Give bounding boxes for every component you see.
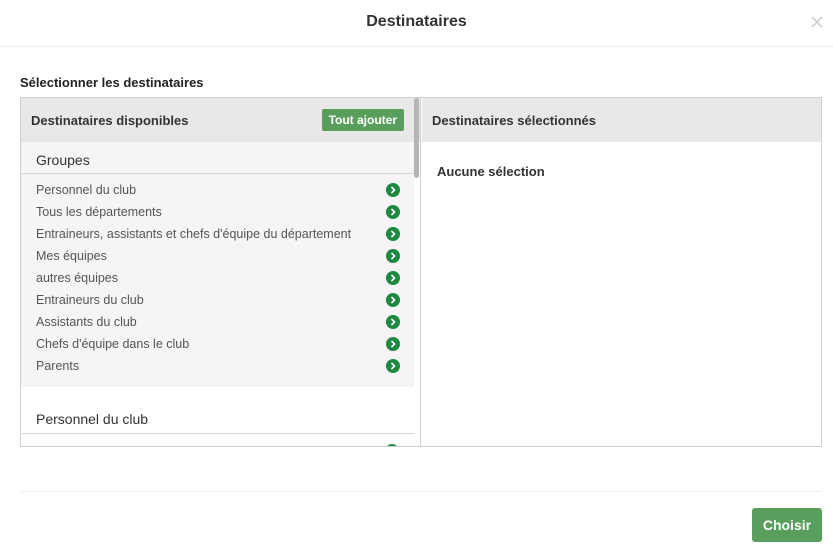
divider <box>21 173 414 174</box>
footer-divider <box>20 491 822 492</box>
groups-section: Groupes Personnel du club Tous les départ… <box>21 142 414 387</box>
chevron-right-circle-icon[interactable] <box>386 183 400 197</box>
group-item-label: Personnel du club <box>36 183 137 197</box>
selected-panel: Destinataires sélectionnés Aucune sélect… <box>422 98 821 446</box>
modal-header: Destinataires <box>0 0 833 47</box>
chevron-right-circle-icon[interactable] <box>386 205 400 219</box>
group-item[interactable]: Tous les départements <box>36 201 401 223</box>
choose-button[interactable]: Choisir <box>752 508 822 542</box>
chevron-right-circle-icon[interactable] <box>386 227 400 241</box>
chevron-right-circle-icon[interactable] <box>386 337 400 351</box>
group-item[interactable]: Mes équipes <box>36 245 401 267</box>
group-item[interactable]: Entraineurs du club <box>36 289 401 311</box>
group-item[interactable]: Entraineurs, assistants et chefs d'équip… <box>36 223 401 245</box>
available-panel-title: Destinataires disponibles <box>31 113 189 128</box>
chevron-right-circle-icon[interactable] <box>385 444 399 446</box>
available-panel-header: Destinataires disponibles Tout ajouter <box>21 98 420 142</box>
chevron-right-circle-icon[interactable] <box>386 249 400 263</box>
modal-title: Destinataires <box>366 13 467 30</box>
empty-selection-text: Aucune sélection <box>437 164 545 179</box>
add-all-button[interactable]: Tout ajouter <box>321 109 404 131</box>
available-panel: Destinataires disponibles Tout ajouter G… <box>21 98 421 446</box>
group-item-label: Entraineurs du club <box>36 293 144 307</box>
chevron-right-circle-icon[interactable] <box>386 359 400 373</box>
close-icon[interactable] <box>809 14 825 30</box>
recipients-panels: Destinataires disponibles Tout ajouter G… <box>20 97 822 447</box>
group-item[interactable]: Parents <box>36 355 401 377</box>
divider <box>21 433 414 434</box>
group-item[interactable]: autres équipes <box>36 267 401 289</box>
group-item[interactable]: Chefs d'équipe dans le club <box>36 333 401 355</box>
chevron-right-circle-icon[interactable] <box>386 293 400 307</box>
group-item-label: Chefs d'équipe dans le club <box>36 337 190 351</box>
group-item-label: Assistants du club <box>36 315 137 329</box>
group-item-label: autres équipes <box>36 271 119 285</box>
chevron-right-circle-icon[interactable] <box>386 271 400 285</box>
group-item-label: Mes équipes <box>36 249 107 263</box>
group-item[interactable]: Assistants du club <box>36 311 401 333</box>
groups-title: Groupes <box>36 152 90 168</box>
selected-panel-header: Destinataires sélectionnés <box>422 98 821 142</box>
selected-panel-title: Destinataires sélectionnés <box>432 113 597 128</box>
group-item-label: Tous les départements <box>36 205 162 219</box>
staff-section-title: Personnel du club <box>36 411 149 427</box>
scrollbar[interactable] <box>414 98 419 178</box>
group-item[interactable]: Personnel du club <box>36 179 401 201</box>
group-item-label: Parents <box>36 359 80 373</box>
chevron-right-circle-icon[interactable] <box>386 315 400 329</box>
section-label: Sélectionner les destinataires <box>20 75 204 90</box>
group-item-label: Entraineurs, assistants et chefs d'équip… <box>36 227 352 241</box>
